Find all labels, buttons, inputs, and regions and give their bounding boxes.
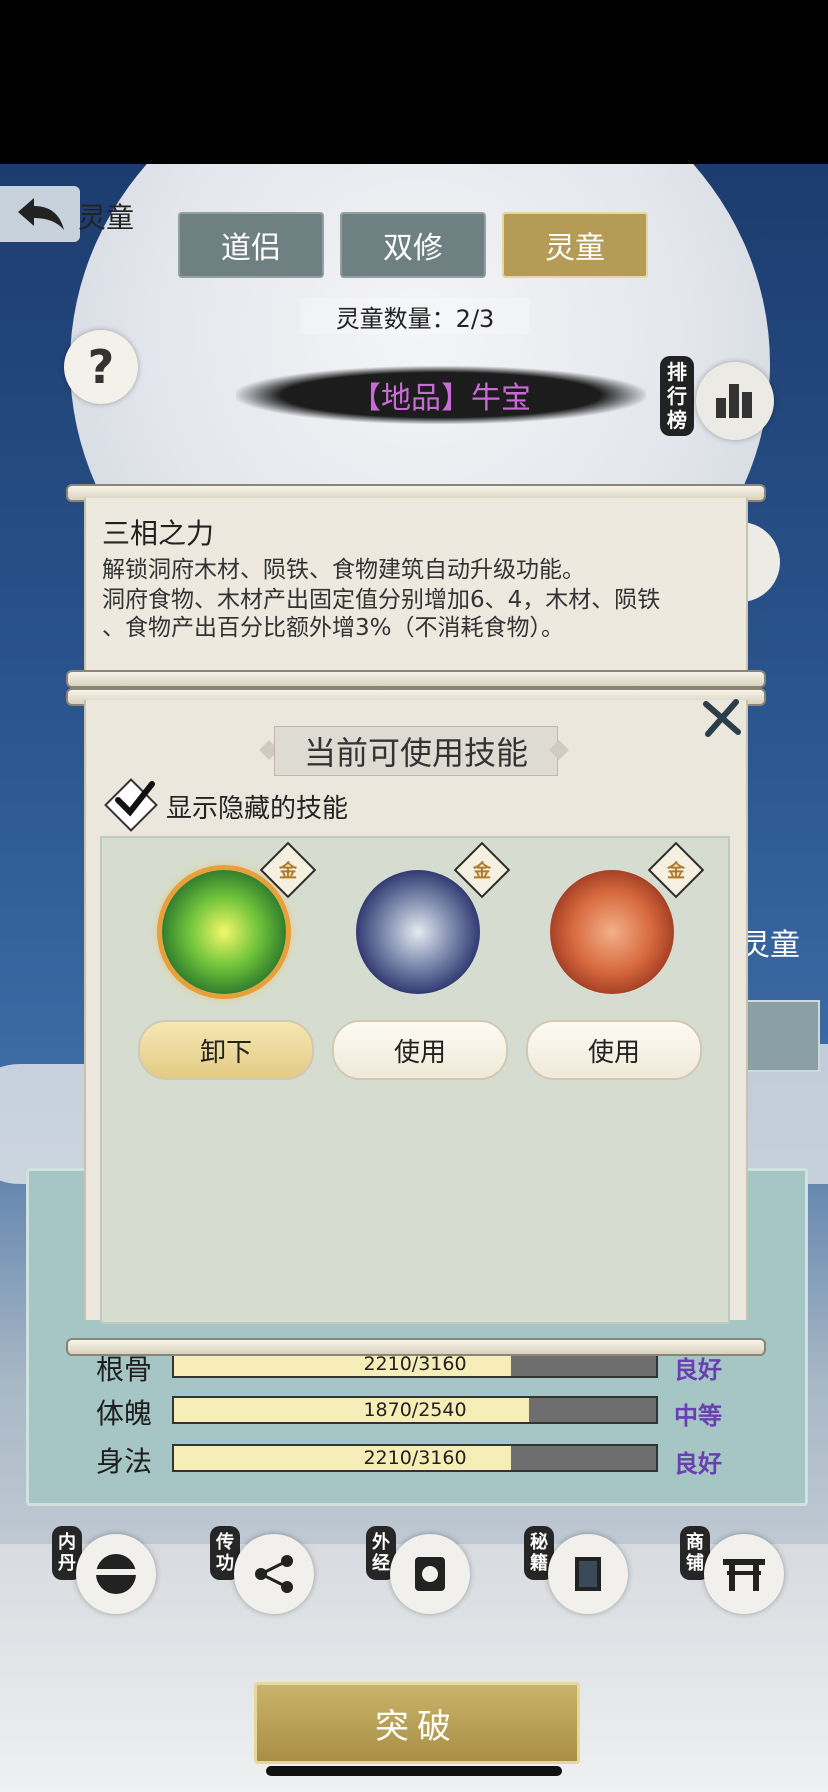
skill-desc-line: 、食物产出百分比额外增3%（不消耗食物）。 [102,615,564,641]
stat-label-shenfa: 身法 [96,1445,153,1478]
back-button[interactable] [0,186,80,242]
scroll-taiji-icon [415,1557,445,1591]
back-arrow-icon [18,198,64,230]
stat-label-tipo: 体魄 [96,1397,153,1430]
nav-button-miji[interactable] [548,1534,628,1614]
nav-button-chuangong[interactable] [234,1534,314,1614]
stat-grade: 良好 [674,1450,722,1478]
skill-title: 三相之力 [102,517,215,550]
use-button[interactable]: 使用 [526,1020,702,1080]
tab-shuangxiu[interactable]: 双修 [340,212,486,278]
panel-heading: 当前可使用技能 [274,726,558,776]
badge-text: 金 [279,861,297,882]
gate-icon [723,1559,765,1591]
silver-crystal-icon[interactable] [356,870,480,994]
companion-name-banner: 【地品】牛宝 [236,366,646,424]
ranking-label[interactable]: 排行榜 [660,356,694,436]
use-button[interactable]: 使用 [332,1020,508,1080]
stat-bar-shenfa: 2210/3160 [172,1444,658,1472]
page-title: 灵童 [78,201,135,234]
ranking-bars-icon [716,384,752,418]
close-button[interactable] [700,696,744,740]
checkmark-icon [115,781,155,817]
companion-count: 灵童数量：2/3 [300,298,530,334]
tab-lingtong[interactable]: 灵童 [502,212,648,278]
book-icon [575,1557,601,1591]
nav-button-waijing[interactable] [390,1534,470,1614]
yin-yang-half-icon [93,1554,139,1594]
scroll-rod-panel-bottom [66,1338,766,1356]
skill-desc-line: 解锁洞府木材、陨铁、食物建筑自动升级功能。 [102,557,585,583]
unequip-button[interactable]: 卸下 [138,1020,314,1080]
badge-text: 金 [473,861,491,882]
close-icon [703,699,741,737]
side-label: 灵童 [740,928,800,963]
show-hidden-label[interactable]: 显示隐藏的技能 [166,788,348,825]
badge-text: 金 [667,861,685,882]
breakthrough-button[interactable]: 突破 [254,1682,580,1764]
stat-bar-tipo: 1870/2540 [172,1396,658,1424]
nav-button-shangpu[interactable] [704,1534,784,1614]
stat-grade: 中等 [674,1402,722,1430]
stat-value: 2210/3160 [363,1447,467,1469]
help-icon[interactable]: ? [64,330,138,404]
scroll-rod-bottom [66,670,766,688]
nav-button-neidan[interactable] [76,1534,156,1614]
stat-value: 1870/2540 [363,1399,467,1421]
home-indicator [266,1766,562,1776]
tab-daolv[interactable]: 道侣 [178,212,324,278]
green-energy-orb-icon[interactable] [162,870,286,994]
side-panel [740,1000,820,1072]
ranking-button[interactable] [696,362,774,440]
roast-meat-icon[interactable] [550,870,674,994]
share-nodes-icon [255,1555,293,1593]
